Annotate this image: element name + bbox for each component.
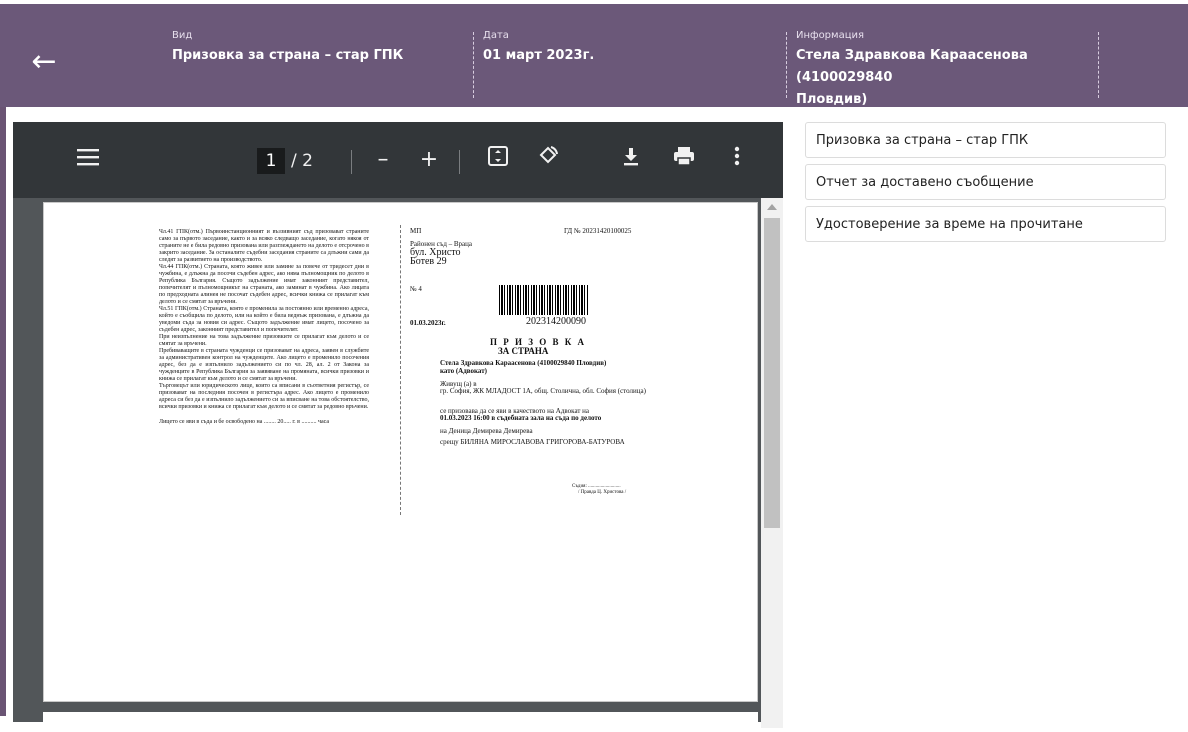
page-number-input[interactable]: 1 xyxy=(257,148,285,174)
attachment-item-read-certificate[interactable]: Удостоверение за време на прочитане xyxy=(805,206,1166,242)
barcode xyxy=(499,285,589,315)
barcode-number: 202314200090 xyxy=(526,316,586,327)
case-number: ГД № 20231420100025 xyxy=(564,227,632,235)
attachment-list: Призовка за страна – стар ГПК Отчет за д… xyxy=(805,122,1166,248)
summons-date: 01.03.2023г. xyxy=(410,319,446,327)
summons-subtitle: ЗА СТРАНА xyxy=(498,346,549,356)
header-separator xyxy=(786,32,787,98)
page-total: / 2 xyxy=(291,151,313,171)
addressee-role: като (Адвокат) xyxy=(440,367,488,375)
pdf-toolbar: 1 / 2 – + xyxy=(13,122,783,198)
plaintiff: на Деница Демирева Демирева xyxy=(440,427,533,435)
judge-label: Съдия: .......................... xyxy=(572,484,621,489)
download-icon[interactable] xyxy=(617,144,645,176)
header-separator xyxy=(473,32,474,98)
type-column: Вид Призовка за страна – стар ГПК xyxy=(172,30,403,67)
date-column: Дата 01 март 2023г. xyxy=(483,30,594,67)
law-paragraph: Чл.51 ГПК(отм.) Страната, която е промен… xyxy=(159,306,369,333)
print-icon[interactable] xyxy=(669,144,699,176)
pdf-scrollbar[interactable] xyxy=(761,198,783,728)
law-paragraph: Пребиваващите в страната чужденци се при… xyxy=(159,348,369,382)
hamburger-menu-icon[interactable] xyxy=(73,144,103,176)
info-label: Информация xyxy=(796,30,865,41)
header-bar: ← Вид Призовка за страна – стар ГПК Дата… xyxy=(0,0,1188,107)
date-value: 01 март 2023г. xyxy=(483,48,595,63)
pdf-page-2 xyxy=(43,712,758,732)
arrow-left-icon[interactable]: ← xyxy=(26,44,62,80)
type-label: Вид xyxy=(172,30,193,41)
attachment-item-delivery-report[interactable]: Отчет за доставено съобщение xyxy=(805,164,1166,200)
type-value: Призовка за страна – стар ГПК xyxy=(172,48,404,63)
law-paragraph: При неизпълнение на това задължение приз… xyxy=(159,334,369,347)
summons-time: 01.03.2023 16:00 в съдебната зала на съд… xyxy=(440,414,602,422)
toolbar-separator xyxy=(351,150,352,174)
attachment-item-summons[interactable]: Призовка за страна – стар ГПК xyxy=(805,122,1166,158)
stamp-label: МП xyxy=(410,227,422,235)
info-value-line2: Пловдив) xyxy=(796,92,868,107)
info-column: Информация Стела Здравкова Карaасенова (… xyxy=(796,30,1086,111)
pdf-page: Чл.41 ГПК(отм.) Първоинстанционният и въ… xyxy=(43,202,758,702)
law-text-column: Чл.41 ГПК(отм.) Първоинстанционният и въ… xyxy=(159,229,369,426)
info-value-line1: Стела Здравкова Карaасенова (4100029840 xyxy=(796,48,1028,85)
court-address-line2: Ботев 29 xyxy=(410,256,447,267)
release-note: Лицето се яви в съда и бе освободено на … xyxy=(159,419,330,425)
zoom-out-button[interactable]: – xyxy=(369,144,397,176)
zoom-in-button[interactable]: + xyxy=(415,144,443,176)
date-label: Дата xyxy=(483,30,509,41)
pdf-viewer: 1 / 2 – + Чл.41 ГПК(отм.) Първоинстанцио… xyxy=(13,122,783,732)
summons-number: № 4 xyxy=(410,285,422,293)
defendant: срещу БИЛЯНА МИРОСЛАВОВА ГРИГОРОВА-БАТУР… xyxy=(440,438,625,446)
more-vert-icon[interactable] xyxy=(727,144,747,176)
law-paragraph: Търговецът или юридическото лице, които … xyxy=(159,383,369,410)
scroll-up-icon[interactable] xyxy=(767,204,777,210)
addressee-address: гр. София, ЖК МЛАДОСТ 1А, общ. Столична,… xyxy=(440,387,646,395)
rotate-icon[interactable] xyxy=(533,144,563,176)
header-separator xyxy=(1098,32,1099,98)
fit-page-icon[interactable] xyxy=(483,144,513,176)
toolbar-separator xyxy=(459,150,460,174)
scrollbar-thumb[interactable] xyxy=(764,218,780,528)
page-divider xyxy=(400,225,401,515)
law-paragraph: Чл.41 ГПК(отм.) Първоинстанционният и въ… xyxy=(159,229,369,263)
law-paragraph: Чл.44 ГПК(отм.) Страната, която живее ил… xyxy=(159,264,369,305)
addressee: Стела Здравкова Караасенова (4100029840 … xyxy=(440,359,607,367)
judge-name: / Правда Ц. Христова / xyxy=(578,490,627,495)
